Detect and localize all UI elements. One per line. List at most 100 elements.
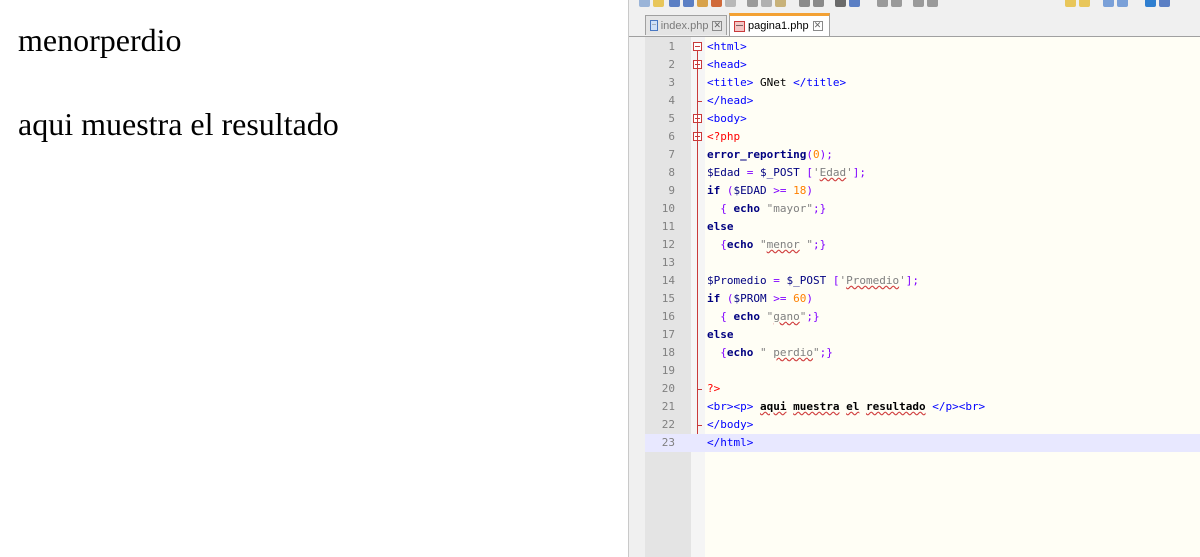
toolbar-saveall-icon[interactable] [683, 0, 694, 7]
code-text: if ($EDAD >= 18) [707, 182, 813, 200]
code-text: else [707, 326, 734, 344]
code-token: { [707, 346, 727, 359]
code-line[interactable]: 9 if ($EDAD >= 18) [645, 182, 1200, 200]
code-token: 60 [793, 292, 807, 305]
code-token: 0 [812, 148, 820, 161]
toolbar-runmacro-icon[interactable] [1103, 0, 1114, 7]
code-area[interactable]: 1 <html> 2 <head> 3 <title> GNet </title> 4 </h… [645, 37, 1200, 557]
code-token: " [760, 310, 774, 323]
code-token: resultado [865, 400, 926, 413]
line-number: 7 [668, 148, 675, 161]
code-line[interactable]: 23 </html> [645, 434, 1200, 452]
code-line[interactable]: 15 if ($PROM >= 60) [645, 290, 1200, 308]
code-line[interactable]: 13 [645, 254, 1200, 272]
toolbar-replace-icon[interactable] [849, 0, 860, 7]
code-line[interactable]: 10 { echo "mayor";} [645, 200, 1200, 218]
code-token: = [740, 166, 760, 179]
code-text: { echo "gano";} [707, 308, 819, 326]
code-token: if [707, 292, 721, 305]
line-number: 23 [661, 436, 675, 449]
code-token: [ [799, 166, 813, 179]
code-text: else [707, 218, 734, 236]
toolbar-closeall-icon[interactable] [711, 0, 722, 7]
code-lines: 1 <html> 2 <head> 3 <title> GNet </title> 4 </h… [645, 37, 1200, 557]
code-line[interactable]: 14 $Promedio = $_POST ['Promedio']; [645, 272, 1200, 290]
code-token: ;} [812, 202, 827, 215]
code-text: $Promedio = $_POST ['Promedio']; [707, 272, 919, 290]
code-token: >= [766, 184, 794, 197]
code-token: else [707, 220, 734, 233]
code-token: " [753, 238, 767, 251]
toolbar-find-icon[interactable] [835, 0, 846, 7]
toolbar-new-icon[interactable] [639, 0, 650, 7]
code-line[interactable]: 2 <head> [645, 56, 1200, 74]
code-line[interactable]: 3 <title> GNet </title> [645, 74, 1200, 92]
editor-toolbar [629, 0, 1200, 10]
code-line[interactable]: 8 $Edad = $_POST ['Edad']; [645, 164, 1200, 182]
code-line[interactable]: 20 ?> [645, 380, 1200, 398]
toolbar-play-icon[interactable] [1079, 0, 1090, 7]
toolbar-paste-icon[interactable] [775, 0, 786, 7]
toolbar-record-icon[interactable] [1065, 0, 1076, 7]
toolbar-copy-icon[interactable] [761, 0, 772, 7]
code-line[interactable]: 17 else [645, 326, 1200, 344]
code-line[interactable]: 12 {echo "menor ";} [645, 236, 1200, 254]
toolbar-open-icon[interactable] [653, 0, 664, 7]
code-token: >= [766, 292, 794, 305]
code-token: ' [813, 166, 820, 179]
code-token: 18 [793, 184, 807, 197]
close-icon[interactable]: ✕ [712, 20, 722, 31]
code-line[interactable]: 1 <html> [645, 38, 1200, 56]
tab-pagina1-php[interactable]: pagina1.php ✕ [729, 13, 830, 36]
code-line[interactable]: 18 {echo " perdio";} [645, 344, 1200, 362]
code-token: " [799, 238, 813, 251]
toolbar-wrap-icon[interactable] [927, 0, 938, 7]
toolbar-savemacro-icon[interactable] [1117, 0, 1128, 7]
toolbar-undo-icon[interactable] [799, 0, 810, 7]
line-number: 12 [661, 238, 675, 251]
code-line[interactable]: 5 <body> [645, 110, 1200, 128]
code-text: ?> [707, 380, 720, 398]
code-line[interactable]: 21 <br><p> aqui muestra el resultado </p>… [645, 398, 1200, 416]
code-text: </html> [707, 434, 753, 452]
toolbar-print-icon[interactable] [725, 0, 736, 7]
browser-output-pane: menorperdio aqui muestra el resultado [0, 0, 628, 557]
code-token: ;} [813, 238, 827, 251]
toolbar-save-icon[interactable] [669, 0, 680, 7]
line-number: 19 [661, 364, 675, 377]
code-token: $PROM [733, 292, 767, 305]
code-line[interactable]: 6 <?php [645, 128, 1200, 146]
code-line[interactable]: 19 [645, 362, 1200, 380]
line-number: 10 [661, 202, 675, 215]
toolbar-close-icon[interactable] [697, 0, 708, 7]
code-text: <title> GNet </title> [707, 74, 846, 92]
code-token: <br><p> [707, 400, 754, 413]
toolbar-extra-icon[interactable] [1159, 0, 1170, 7]
code-line[interactable]: 22 </body> [645, 416, 1200, 434]
line-number: 4 [668, 94, 675, 107]
code-token: </html> [707, 436, 754, 449]
toolbar-monitor-icon[interactable] [1145, 0, 1156, 7]
code-token: Promedio [846, 274, 900, 287]
code-token: <title> [707, 76, 754, 89]
toolbar-zoomin-icon[interactable] [877, 0, 888, 7]
code-line[interactable]: 4 </head> [645, 92, 1200, 110]
output-text-line: aqui muestra el resultado [18, 106, 339, 142]
toolbar-cut-icon[interactable] [747, 0, 758, 7]
code-token: </head> [707, 94, 754, 107]
code-line[interactable]: 16 { echo "gano";} [645, 308, 1200, 326]
code-token: GNet [753, 76, 794, 89]
close-icon[interactable]: ✕ [812, 21, 823, 31]
tab-index-php[interactable]: index.php ✕ [645, 15, 727, 35]
code-line[interactable]: 7 error_reporting(0); [645, 146, 1200, 164]
code-text: <html> [707, 38, 747, 56]
toolbar-redo-icon[interactable] [813, 0, 824, 7]
toolbar-zoomout-icon[interactable] [891, 0, 902, 7]
code-text: <head> [707, 56, 747, 74]
code-text: error_reporting(0); [707, 146, 833, 164]
toolbar-sync-icon[interactable] [913, 0, 924, 7]
code-line[interactable]: 11 else [645, 218, 1200, 236]
code-text: </body> [707, 416, 753, 434]
